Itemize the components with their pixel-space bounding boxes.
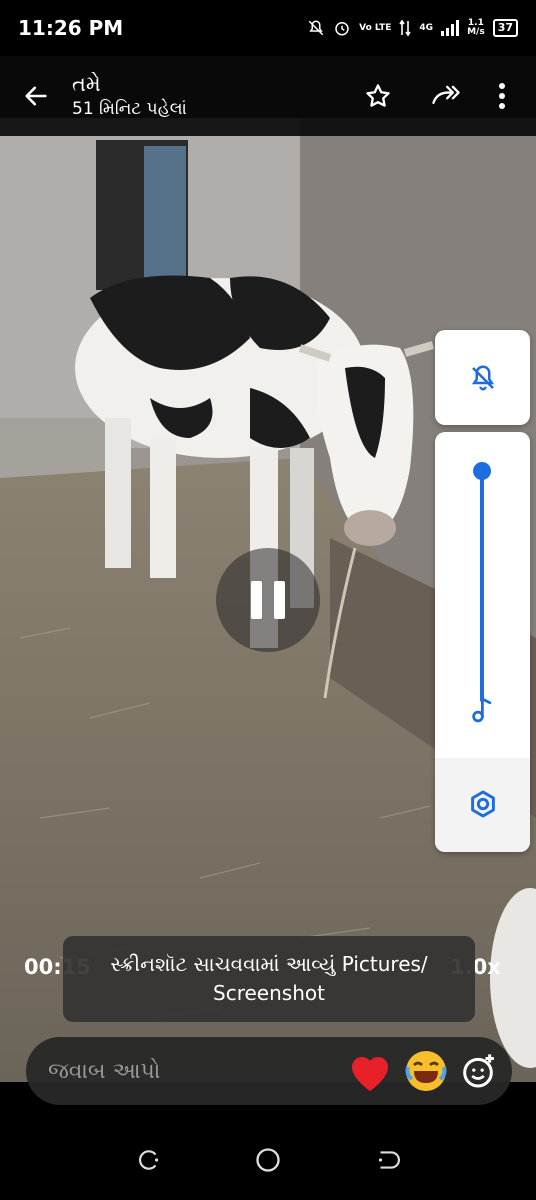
more-vert-icon bbox=[499, 83, 505, 109]
media-volume-label bbox=[435, 694, 530, 724]
alarm-icon bbox=[335, 22, 349, 36]
toast-line-2: Screenshot bbox=[213, 981, 325, 1005]
recent-apps-icon[interactable] bbox=[136, 1147, 162, 1173]
reply-reactions bbox=[346, 1047, 512, 1095]
sent-time: 51 મિનિટ પહેલાં bbox=[72, 99, 187, 119]
reply-input[interactable]: જવાબ આપો bbox=[48, 1059, 346, 1084]
system-nav-bar bbox=[0, 1120, 536, 1200]
forward-button[interactable] bbox=[414, 64, 478, 128]
star-button[interactable] bbox=[346, 64, 410, 128]
sender-name: તમે bbox=[72, 72, 101, 96]
title-block: તમે 51 મિનિટ પહેલાં bbox=[72, 71, 346, 121]
screenshot-saved-toast: સ્ક્રીનશૉટ સાચવવામાં આવ્યું Pictures/ Sc… bbox=[63, 936, 475, 1022]
back-button[interactable] bbox=[0, 56, 72, 136]
battery-indicator: 37 bbox=[492, 19, 518, 37]
settings-icon bbox=[470, 790, 495, 818]
notifications-off-icon bbox=[471, 364, 494, 390]
laughing-emoji-icon[interactable] bbox=[402, 1047, 450, 1095]
home-icon[interactable] bbox=[254, 1146, 282, 1174]
heart-reaction-icon[interactable] bbox=[346, 1049, 394, 1093]
volume-slider-thumb[interactable] bbox=[473, 462, 491, 480]
volume-slider-track[interactable] bbox=[480, 470, 484, 702]
notifications-off-icon bbox=[308, 20, 324, 36]
status-bar: 11:26 PM Vo LTE 4G 1.1 M/s 37 bbox=[0, 0, 536, 56]
signal-icon bbox=[441, 20, 460, 36]
toast-message: સ્ક્રીનશૉટ સાચવવામાં આવ્યું Pictures/ Sc… bbox=[110, 950, 427, 1008]
network-type: 4G bbox=[419, 22, 434, 33]
reply-bar: જવાબ આપો bbox=[26, 1037, 512, 1105]
volte-indicator: Vo LTE bbox=[359, 22, 392, 33]
volume-panel bbox=[435, 432, 530, 852]
pause-button[interactable] bbox=[216, 548, 320, 652]
music-note-icon bbox=[471, 696, 491, 723]
network-speed: 1.1 M/s bbox=[467, 19, 485, 37]
add-emoji-icon[interactable] bbox=[458, 1051, 498, 1091]
back-nav-icon[interactable] bbox=[374, 1147, 400, 1173]
status-time: 11:26 PM bbox=[18, 16, 124, 40]
more-options-button[interactable] bbox=[482, 64, 522, 128]
data-arrows-icon bbox=[399, 19, 412, 37]
viewer-header: તમે 51 મિનિટ પહેલાં bbox=[0, 56, 536, 136]
header-actions bbox=[346, 64, 536, 128]
volume-settings-button[interactable] bbox=[435, 788, 530, 820]
status-icons: Vo LTE 4G 1.1 M/s 37 bbox=[307, 19, 518, 37]
speed-unit: M/s bbox=[467, 27, 485, 37]
star-icon bbox=[366, 84, 390, 107]
toast-line-1: સ્ક્રીનશૉટ સાચવવામાં આવ્યું Pictures/ bbox=[110, 952, 428, 976]
mute-toggle-card[interactable] bbox=[435, 330, 530, 425]
forward-icon bbox=[432, 85, 460, 104]
pause-bar bbox=[274, 581, 285, 619]
pause-bar bbox=[251, 581, 262, 619]
arrow-left-icon bbox=[25, 86, 47, 106]
